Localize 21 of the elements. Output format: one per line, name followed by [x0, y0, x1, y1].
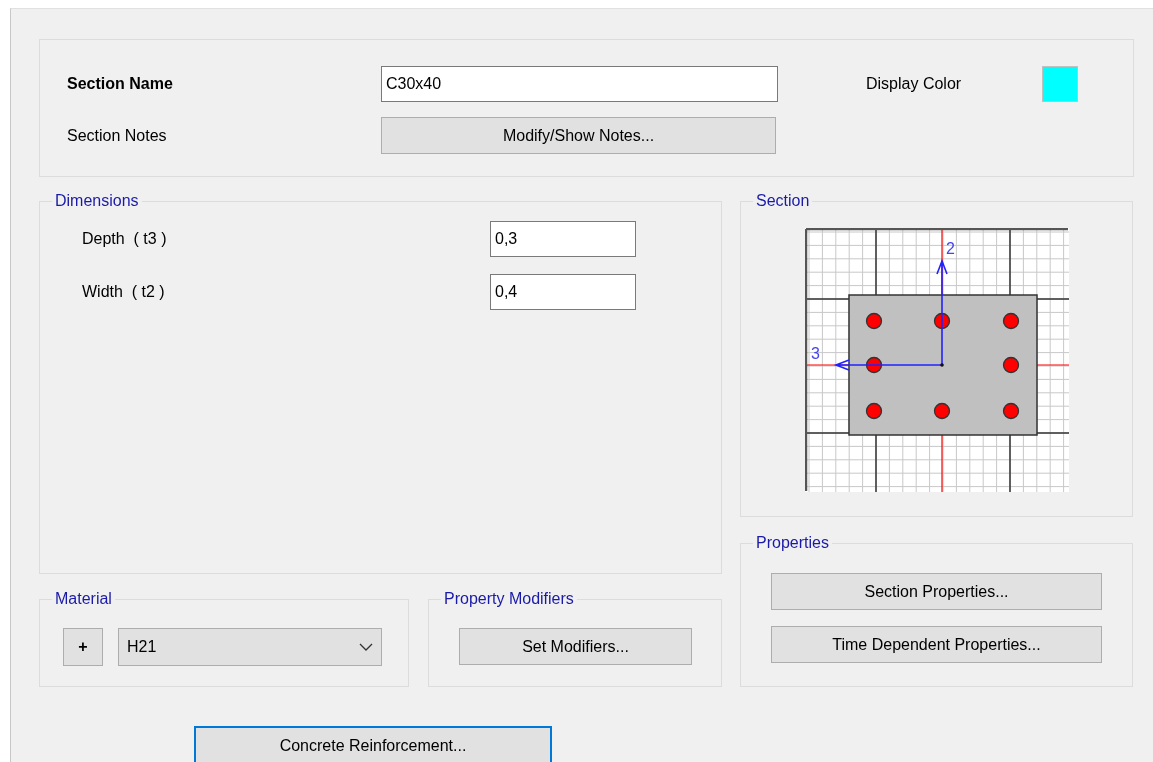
properties-button[interactable]: Section Properties... [771, 573, 1102, 610]
group-title: Properties [753, 533, 832, 553]
field-label: Section Notes [67, 125, 168, 146]
properties-button[interactable]: Time Dependent Properties... [771, 626, 1102, 663]
field-label: Section Name [67, 74, 174, 94]
field-label: Display Color [866, 74, 963, 94]
reinforcement-button[interactable]: Concrete Reinforcement... [194, 726, 552, 762]
color-swatch[interactable] [1042, 66, 1078, 102]
modifiers-button[interactable]: Set Modifiers... [459, 628, 692, 665]
field-label: Width ( t2 ) [82, 282, 166, 302]
input-field[interactable]: C30x40 [381, 66, 778, 102]
field-label: Depth ( t3 ) [82, 229, 168, 249]
add-button[interactable]: + [63, 628, 103, 666]
group-title: Property Modifiers [441, 589, 577, 609]
axis-label: 2 [945, 240, 955, 257]
input-field[interactable]: 0,4 [490, 274, 636, 310]
input-field[interactable]: 0,3 [490, 221, 636, 257]
chevron-down-icon [359, 643, 373, 651]
notes-button[interactable]: Modify/Show Notes... [381, 117, 776, 154]
material-dropdown[interactable]: H21 [118, 628, 382, 666]
axis-label: 3 [810, 345, 820, 362]
